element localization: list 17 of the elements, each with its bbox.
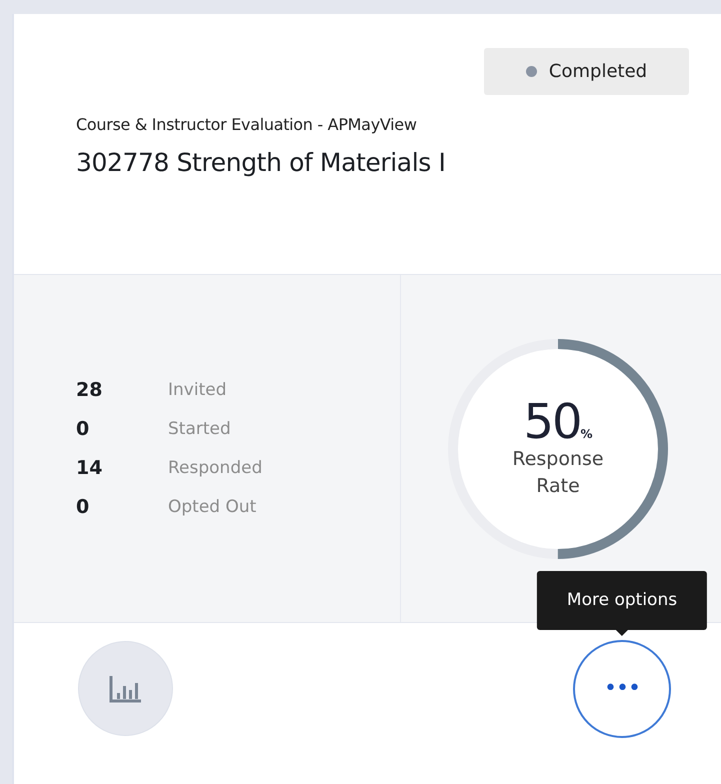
more-options-button[interactable]: •••: [573, 640, 671, 738]
stat-label: Opted Out: [168, 497, 258, 517]
rate-label: Response Rate: [511, 446, 605, 498]
tooltip: More options: [536, 570, 708, 630]
rate-value: 50: [523, 398, 581, 446]
stat-label: Invited: [168, 380, 228, 400]
bar-chart-icon: [108, 674, 142, 704]
stat-value: 14: [76, 457, 104, 479]
status-label: Completed: [548, 61, 648, 82]
survey-subtitle: Course & Instructor Evaluation - APMayView: [76, 115, 418, 134]
course-title: 302778 Strength of Materials I: [76, 148, 446, 177]
stat-label: Started: [168, 419, 232, 439]
stat-value: 0: [76, 496, 90, 518]
stat-label: Responded: [168, 458, 264, 478]
stat-value: 0: [76, 418, 90, 440]
stat-value: 28: [76, 379, 104, 401]
rate-unit: %: [580, 426, 593, 440]
